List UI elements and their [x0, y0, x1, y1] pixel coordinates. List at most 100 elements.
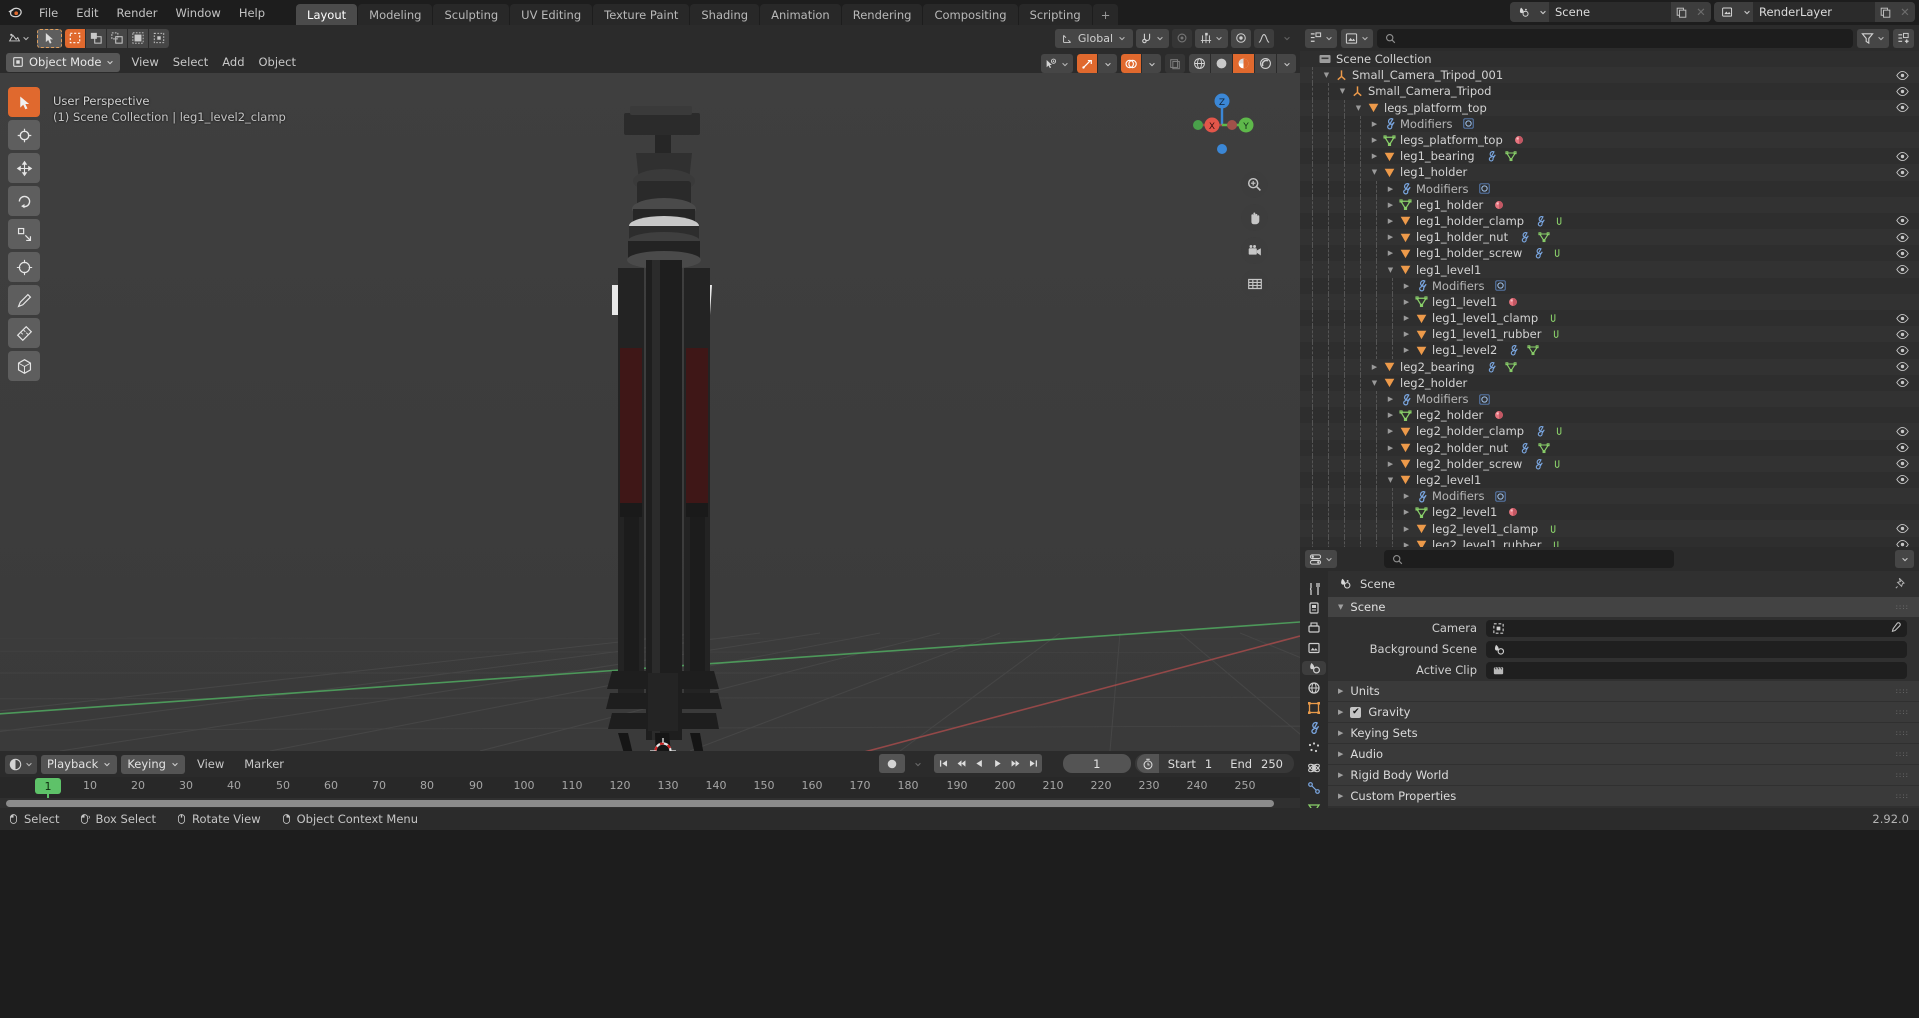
expand-triangle-icon[interactable]: ▼: [1320, 71, 1333, 79]
add-cube-tool[interactable]: [8, 351, 40, 381]
workspace-tab-rendering[interactable]: Rendering: [841, 4, 923, 25]
viewport-menu-view[interactable]: View: [124, 53, 165, 72]
zoom-icon[interactable]: [1241, 171, 1268, 198]
select-intersect-icon[interactable]: [149, 28, 169, 48]
hide-in-viewport-icon[interactable]: [1896, 231, 1909, 244]
new-viewlayer-button[interactable]: [1875, 2, 1895, 22]
property-value-field[interactable]: [1486, 619, 1907, 637]
properties-section-units[interactable]: ▶ Units::::: [1328, 681, 1919, 701]
navigation-gizmo[interactable]: Z Y X: [1188, 91, 1256, 159]
menu-file[interactable]: File: [30, 0, 67, 25]
outliner-row[interactable]: ▶ leg2_level1_clamp: [1300, 520, 1919, 537]
hide-in-viewport-icon[interactable]: [1896, 247, 1909, 260]
show-overlays-icon[interactable]: [1121, 54, 1141, 73]
properties-section-keying-sets[interactable]: ▶ Keying Sets::::: [1328, 723, 1919, 743]
expand-triangle-icon[interactable]: ▼: [1384, 266, 1397, 274]
collapse-triangle-icon[interactable]: ▶: [1384, 427, 1397, 435]
scale-tool[interactable]: [8, 219, 40, 249]
outliner-row[interactable]: ▶ leg2_holder_clamp: [1300, 423, 1919, 440]
outliner-row[interactable]: ▼ leg1_level1: [1300, 261, 1919, 278]
collapse-triangle-icon[interactable]: ▶: [1400, 525, 1413, 533]
hide-in-viewport-icon[interactable]: [1896, 214, 1909, 227]
measure-tool[interactable]: [8, 318, 40, 348]
pin-id-icon[interactable]: [1895, 577, 1907, 589]
hide-in-viewport-icon[interactable]: [1896, 473, 1909, 486]
properties-tab-world[interactable]: [1302, 681, 1326, 695]
scene-dropdown-chevron-icon[interactable]: [1536, 2, 1549, 22]
properties-section-audio[interactable]: ▶ Audio::::: [1328, 744, 1919, 764]
select-mode-button[interactable]: [37, 28, 62, 48]
collapse-triangle-icon[interactable]: ▶: [1400, 330, 1413, 338]
workspace-tab-compositing[interactable]: Compositing: [923, 4, 1018, 25]
hide-in-viewport-icon[interactable]: [1896, 69, 1909, 82]
menu-render[interactable]: Render: [108, 0, 167, 25]
collapse-triangle-icon[interactable]: ▶: [1384, 460, 1397, 468]
outliner-row[interactable]: ▶ leg2_holder: [1300, 407, 1919, 424]
outliner-row[interactable]: ▶ Modifiers: [1300, 115, 1919, 132]
outliner-row[interactable]: ▼ leg2_holder: [1300, 374, 1919, 391]
hide-in-viewport-icon[interactable]: [1896, 344, 1909, 357]
object-visibility-dropdown[interactable]: [1041, 54, 1073, 73]
expand-triangle-icon[interactable]: ▼: [1368, 168, 1381, 176]
viewport-menu-select[interactable]: Select: [166, 53, 215, 72]
hide-in-viewport-icon[interactable]: [1896, 522, 1909, 535]
auto-keying-chevron-icon[interactable]: [908, 754, 927, 773]
hide-in-viewport-icon[interactable]: [1896, 263, 1909, 276]
tweak-tool[interactable]: [8, 87, 40, 117]
outliner-row[interactable]: ▼ Small_Camera_Tripod: [1300, 83, 1919, 100]
viewlayer-dropdown-chevron-icon[interactable]: [1740, 2, 1753, 22]
hide-in-viewport-icon[interactable]: [1896, 85, 1909, 98]
outliner-row[interactable]: ▼ Small_Camera_Tripod_001: [1300, 67, 1919, 84]
properties-section-rigid-body-world[interactable]: ▶ Rigid Body World::::: [1328, 765, 1919, 785]
outliner-row[interactable]: ▶ Modifiers: [1300, 277, 1919, 294]
viewport-menu-object[interactable]: Object: [252, 53, 303, 72]
collapse-triangle-icon[interactable]: ▶: [1384, 444, 1397, 452]
camera-icon[interactable]: [1241, 237, 1268, 264]
properties-tab-viewlayer[interactable]: [1302, 641, 1326, 655]
collapse-triangle-icon[interactable]: ▶: [1400, 282, 1413, 290]
outliner-tree[interactable]: Scene Collection ▼ Small_Camera_Tripod_001…: [1300, 51, 1919, 547]
collapse-triangle-icon[interactable]: ▶: [1384, 217, 1397, 225]
outliner-row[interactable]: ▶ leg1_holder_nut: [1300, 229, 1919, 246]
outliner-row[interactable]: ▶ leg1_level1_clamp: [1300, 310, 1919, 327]
section-expand-triangle-icon[interactable]: ▶: [1338, 729, 1343, 737]
collapse-triangle-icon[interactable]: ▶: [1400, 508, 1413, 516]
viewport-menu-add[interactable]: Add: [215, 53, 251, 72]
select-subtract-icon[interactable]: [107, 28, 127, 48]
outliner-row[interactable]: ▶ leg2_holder_screw: [1300, 455, 1919, 472]
hide-in-viewport-icon[interactable]: [1896, 150, 1909, 163]
jump-to-end-button[interactable]: [1024, 754, 1042, 773]
proportional-edit-icon[interactable]: [1172, 28, 1192, 48]
outliner-row[interactable]: ▶ legs_platform_top: [1300, 131, 1919, 149]
properties-tab-constraints[interactable]: [1302, 781, 1326, 795]
collapse-triangle-icon[interactable]: ▶: [1400, 314, 1413, 322]
properties-tab-particles[interactable]: [1302, 741, 1326, 755]
properties-tab-tool[interactable]: [1302, 581, 1326, 595]
viewlayer-selector[interactable]: RenderLayer ✕: [1714, 2, 1915, 22]
snapping-toggle-icon[interactable]: [1231, 28, 1251, 48]
play-button[interactable]: [988, 754, 1006, 773]
gizmo-dropdown-chevron-icon[interactable]: [1098, 54, 1117, 73]
properties-tab-scene[interactable]: [1302, 661, 1326, 675]
outliner-row[interactable]: ▶ leg2_level1: [1300, 504, 1919, 521]
outliner-row[interactable]: ▶ leg1_holder_screw: [1300, 245, 1919, 262]
material-preview-shading-icon[interactable]: [1233, 54, 1254, 73]
property-value-field[interactable]: [1486, 640, 1907, 658]
section-expand-triangle-icon[interactable]: ▶: [1338, 708, 1343, 716]
outliner-row[interactable]: ▶ leg1_holder_clamp: [1300, 212, 1919, 230]
scene-panel-header[interactable]: ▼ Scene ::::: [1328, 597, 1919, 617]
collapse-triangle-icon[interactable]: ▶: [1400, 298, 1413, 306]
outliner-filter-button[interactable]: [1857, 28, 1889, 48]
outliner-editor-type-icon[interactable]: [1305, 28, 1337, 48]
cursor-tool[interactable]: [8, 120, 40, 150]
hide-in-viewport-icon[interactable]: [1896, 425, 1909, 438]
outliner-row[interactable]: ▼ leg1_holder: [1300, 164, 1919, 181]
hand-icon[interactable]: [1241, 204, 1268, 231]
outliner-row[interactable]: ▶ leg2_holder_nut: [1300, 439, 1919, 456]
section-expand-triangle-icon[interactable]: ▶: [1338, 750, 1343, 758]
outliner-row[interactable]: ▼ legs_platform_top: [1300, 99, 1919, 116]
outliner-row[interactable]: ▶ Modifiers: [1300, 390, 1919, 408]
viewport-canvas[interactable]: User Perspective (1) Scene Collection | …: [0, 73, 1300, 751]
properties-tab-physics[interactable]: [1302, 761, 1326, 775]
outliner-row[interactable]: ▶ Modifiers: [1300, 180, 1919, 197]
